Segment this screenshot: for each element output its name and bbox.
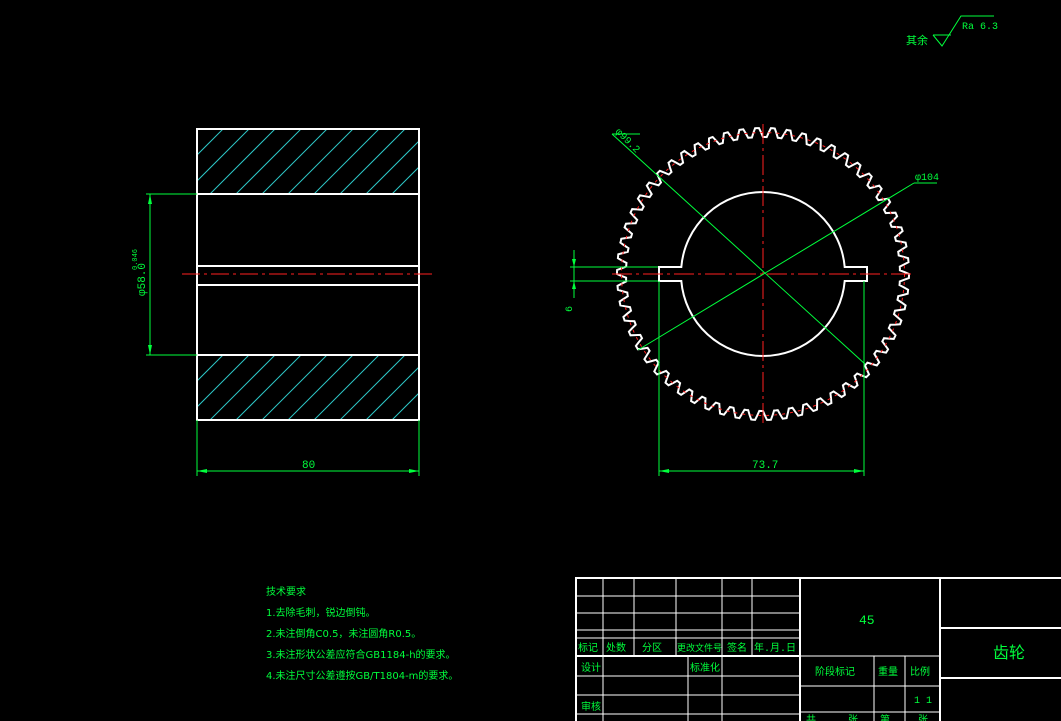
hatch-line — [287, 355, 354, 420]
header-mark: 标记 — [578, 642, 598, 655]
hatch-line — [470, 129, 535, 194]
bore-tolerance-label: 0.046 — [132, 249, 140, 270]
material-label: 45 — [859, 613, 875, 628]
key-width-label: 6 — [565, 306, 576, 312]
requirement-item: 4.未注尺寸公差遵按GB/T1804-m的要求。 — [266, 671, 459, 682]
hatch-line — [197, 355, 250, 408]
sheet-total-label: 共 — [806, 714, 816, 721]
hatch-line — [197, 129, 250, 182]
requirement-item: 2.未注倒角C0.5，未注圆角R0.5。 — [266, 629, 422, 640]
stage-label: 阶段标记 — [815, 665, 855, 679]
hatch-line — [444, 129, 509, 194]
title-block-text: 45 齿轮 标记 处数 分区 更改文件号 签名 年.月.日 设计 标准化 审核 … — [578, 613, 1025, 721]
roughness-value: Ra 6.3 — [962, 22, 998, 33]
header-change-doc: 更改文件号 — [677, 642, 722, 654]
hatch-line — [339, 129, 406, 194]
hatch-line — [235, 129, 302, 194]
section-view: φ58.0 0.046 80 — [132, 128, 535, 476]
hatch-line — [261, 355, 328, 420]
hatch-line — [417, 418, 419, 420]
requirement-item: 3.未注形状公差应符合GB1184-h的要求。 — [266, 650, 456, 661]
hatch-line — [339, 355, 406, 420]
hatch-line — [197, 355, 198, 356]
hatch-line — [197, 129, 198, 130]
hatch-bottom — [197, 355, 535, 420]
hatch-line — [261, 129, 328, 194]
hatch-line — [287, 129, 354, 194]
sheet-no-label: 第 — [880, 713, 890, 721]
hatch-line — [313, 355, 380, 420]
gear-view: φ99.2 φ104 6 73.7 — [565, 124, 939, 476]
key-depth-label: 73.7 — [752, 460, 778, 472]
key-width-dimension: 6 — [565, 250, 658, 312]
design-label: 设计 — [581, 661, 601, 675]
review-label: 审核 — [581, 700, 601, 714]
hatch-line — [197, 129, 224, 156]
hatch-line — [365, 140, 419, 194]
roughness-note: 其余 Ra 6.3 — [906, 15, 998, 48]
scale-label: 比例 — [910, 665, 930, 679]
hatch-line — [235, 355, 302, 420]
hatch-line — [365, 366, 419, 420]
root-diameter-label: φ99.2 — [612, 127, 641, 156]
drawing-canvas: 其余 Ra 6.3 φ58.0 0.046 80 φ99.2 φ104 6 73… — [132, 15, 1061, 721]
part-name-label: 齿轮 — [993, 644, 1025, 663]
hatch-line — [444, 355, 509, 420]
hatch-line — [391, 392, 419, 420]
header-zone: 分区 — [642, 642, 662, 655]
hatch-line — [391, 166, 419, 194]
hatch-line — [417, 192, 419, 194]
header-signature: 签名 — [727, 641, 747, 655]
root-diameter-dimension: φ99.2 — [611, 127, 866, 365]
standard-label: 标准化 — [690, 661, 720, 675]
hatch-line — [197, 355, 224, 382]
hatch-line — [209, 355, 276, 420]
requirement-item: 1.去除毛刺，锐边倒钝。 — [266, 608, 376, 619]
width-label: 80 — [302, 460, 315, 472]
hatch-line — [470, 355, 535, 420]
requirements-title: 技术要求 — [266, 587, 306, 598]
scale-value: 1 1 — [914, 696, 932, 707]
hatch-top — [197, 129, 535, 194]
roughness-prefix: 其余 — [906, 33, 928, 48]
tip-diameter-dimension: φ104 — [637, 173, 939, 351]
sheet-unit-label: 张 — [848, 714, 858, 721]
weight-label: 重量 — [878, 665, 898, 679]
technical-requirements: 技术要求 1.去除毛刺，锐边倒钝。 2.未注倒角C0.5，未注圆角R0.5。 3… — [266, 582, 458, 687]
width-dimension: 80 — [196, 420, 420, 476]
sheet-unit2-label: 张 — [918, 714, 928, 721]
header-date: 年.月.日 — [754, 641, 796, 655]
hatch-line — [209, 129, 276, 194]
tip-diameter-label: φ104 — [915, 173, 939, 184]
header-count: 处数 — [606, 641, 626, 655]
hatch-line — [313, 129, 380, 194]
